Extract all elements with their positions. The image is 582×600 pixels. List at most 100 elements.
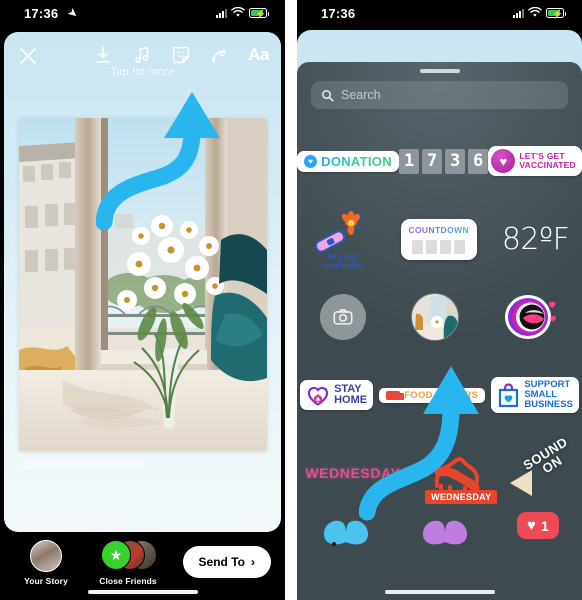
- send-to-button[interactable]: Send To ›: [182, 546, 271, 578]
- vaccinated-line2: VACCINATED: [519, 160, 576, 170]
- screenshot-root: 17:36 ➤ ⚡ Aa Tap for more Your Story ★ C…: [0, 0, 582, 600]
- status-bar-right: 17:36 ⚡: [297, 0, 582, 30]
- wifi-icon: [231, 7, 245, 17]
- time-digit: 1: [399, 148, 420, 174]
- editor-tool-icons: Aa: [92, 44, 269, 66]
- sticker-photo[interactable]: [410, 293, 459, 341]
- chevron-right-icon: ›: [251, 555, 255, 569]
- left-phone-screen: 17:36 ➤ ⚡ Aa Tap for more Your Story ★ C…: [0, 0, 285, 600]
- close-friends-option[interactable]: ★ Close Friends: [96, 540, 160, 586]
- send-to-label: Send To: [198, 555, 245, 569]
- countdown-digits: [406, 239, 472, 254]
- sticker-tray[interactable]: Search ♥ DONATION 1 7 3 6 ♥ LET'S GET VA…: [297, 62, 582, 600]
- your-story-label: Your Story: [24, 576, 68, 586]
- search-input[interactable]: Search: [311, 81, 568, 109]
- sticker-butterfly-purple[interactable]: [419, 512, 471, 552]
- sticker-heart-count[interactable]: ♥ 1: [517, 512, 559, 539]
- butterfly-icon: [419, 512, 471, 552]
- butterfly-icon: [320, 512, 372, 552]
- sticker-food-orders[interactable]: FOOD ORDERS: [379, 387, 486, 403]
- food-orders-label: FOOD ORDERS: [404, 389, 479, 401]
- sticker-support-small-business[interactable]: SUPPORT SMALL BUSINESS: [491, 377, 579, 413]
- share-bar: Your Story ★ Close Friends Send To ›: [0, 532, 285, 600]
- sticker-vaccinated-bandaid[interactable]: let's get vaccinated: [310, 211, 376, 270]
- right-phone-screen: 17:36 ⚡ Search ♥ DONATION 1 7 3 6 ♥ LET'…: [297, 0, 582, 600]
- sticker-row: WEDNESDAY WEDNESDAY SOUND ON: [297, 434, 582, 512]
- status-indicators: ⚡: [513, 7, 566, 19]
- home-indicator: [384, 590, 495, 594]
- countdown-label: COUNTDOWN: [406, 225, 472, 235]
- status-time: 17:36: [321, 6, 356, 21]
- bandaid-icon: [312, 228, 347, 255]
- cellular-signal-icon: [513, 8, 524, 18]
- text-icon[interactable]: Aa: [248, 45, 269, 65]
- sticker-row: [297, 278, 582, 356]
- shopping-bag-heart-icon: [499, 382, 519, 407]
- time-digit: 6: [468, 148, 489, 174]
- sticker-row: STAY HOME FOOD ORDERS SUPPORT SMALL BUSI…: [297, 356, 582, 434]
- sticker-camera[interactable]: [319, 294, 366, 340]
- temperature-value: 82ºF: [501, 221, 570, 257]
- heart-circle-icon: ♥: [304, 154, 318, 168]
- sticker-butterfly-blue[interactable]: [320, 512, 372, 552]
- sticker-mouth[interactable]: [504, 292, 560, 342]
- close-friends-avatars: ★: [101, 540, 157, 572]
- photo-caption-placeholder: [22, 460, 142, 469]
- sticker-grid: ♥ DONATION 1 7 3 6 ♥ LET'S GET VACCINATE…: [297, 122, 582, 564]
- home-indicator: [87, 590, 198, 594]
- photo-thumbnail: [410, 293, 459, 341]
- sticker-row: ♥ DONATION 1 7 3 6 ♥ LET'S GET VACCINATE…: [297, 122, 582, 200]
- status-time: 17:36: [24, 6, 59, 21]
- close-icon[interactable]: [16, 44, 40, 68]
- camera-icon: [333, 309, 352, 325]
- cellular-signal-icon: [216, 8, 227, 18]
- house-heart-icon: [307, 386, 329, 406]
- bandaid-line2: vaccinated: [321, 261, 364, 270]
- close-friends-label: Close Friends: [99, 576, 157, 586]
- draw-icon[interactable]: [209, 44, 231, 66]
- music-icon[interactable]: [131, 44, 153, 66]
- sticker-countdown[interactable]: COUNTDOWN: [400, 218, 477, 260]
- share-destinations: Your Story ★ Close Friends: [14, 540, 160, 586]
- sticker-sound-on[interactable]: SOUND ON: [504, 434, 574, 502]
- wednesday-label: WEDNESDAY: [305, 465, 401, 481]
- stay-home-line2: HOME: [334, 394, 368, 406]
- bandaid-line1: let's get: [327, 252, 358, 261]
- mouth-hearts-icon: [504, 292, 560, 342]
- status-indicators: ⚡: [216, 7, 269, 19]
- delivery-truck-icon: [386, 390, 405, 400]
- avatar: [30, 540, 62, 572]
- support-line3: BUSINESS: [524, 399, 573, 410]
- vaccinated-line1: LET'S GET: [519, 150, 565, 161]
- sticker-donation[interactable]: ♥ DONATION: [297, 150, 399, 172]
- panel-gutter: [285, 0, 297, 600]
- battery-charging-icon: ⚡: [546, 7, 566, 19]
- vaccine-heart-icon: ♥: [491, 149, 516, 173]
- sticker-stay-home[interactable]: STAY HOME: [300, 380, 374, 410]
- sticker-wednesday-text[interactable]: WEDNESDAY: [305, 465, 400, 481]
- sticker-icon[interactable]: [170, 44, 192, 66]
- heart-icon: ♥: [527, 517, 536, 534]
- search-placeholder: Search: [341, 88, 381, 102]
- story-editor-canvas[interactable]: Aa Tap for more: [4, 32, 281, 532]
- sticker-temperature[interactable]: 82ºF: [502, 222, 570, 257]
- donation-label: DONATION: [321, 153, 392, 169]
- download-icon[interactable]: [92, 44, 114, 66]
- sticker-camel-wednesday[interactable]: WEDNESDAY: [417, 442, 498, 504]
- your-story-option[interactable]: Your Story: [14, 540, 78, 586]
- camel-wednesday-label: WEDNESDAY: [425, 490, 498, 504]
- search-icon: [322, 89, 334, 102]
- time-digit: 7: [422, 148, 443, 174]
- wifi-icon: [528, 7, 542, 17]
- star-icon: ★: [101, 540, 131, 570]
- location-arrow-icon: ➤: [64, 4, 82, 22]
- sticker-lets-get-vaccinated-badge[interactable]: ♥ LET'S GET VACCINATED: [488, 146, 582, 176]
- drag-handle[interactable]: [419, 69, 460, 73]
- status-bar-left: 17:36 ➤ ⚡: [0, 0, 285, 30]
- sticker-time[interactable]: 1 7 3 6: [399, 148, 489, 174]
- tap-for-more-hint: Tap for more: [110, 66, 175, 78]
- sticker-row: let's get vaccinated COUNTDOWN 82ºF: [297, 200, 582, 278]
- time-digit: 3: [445, 148, 466, 174]
- sticker-row: ♥ 1: [297, 512, 582, 564]
- story-photo[interactable]: [19, 118, 267, 451]
